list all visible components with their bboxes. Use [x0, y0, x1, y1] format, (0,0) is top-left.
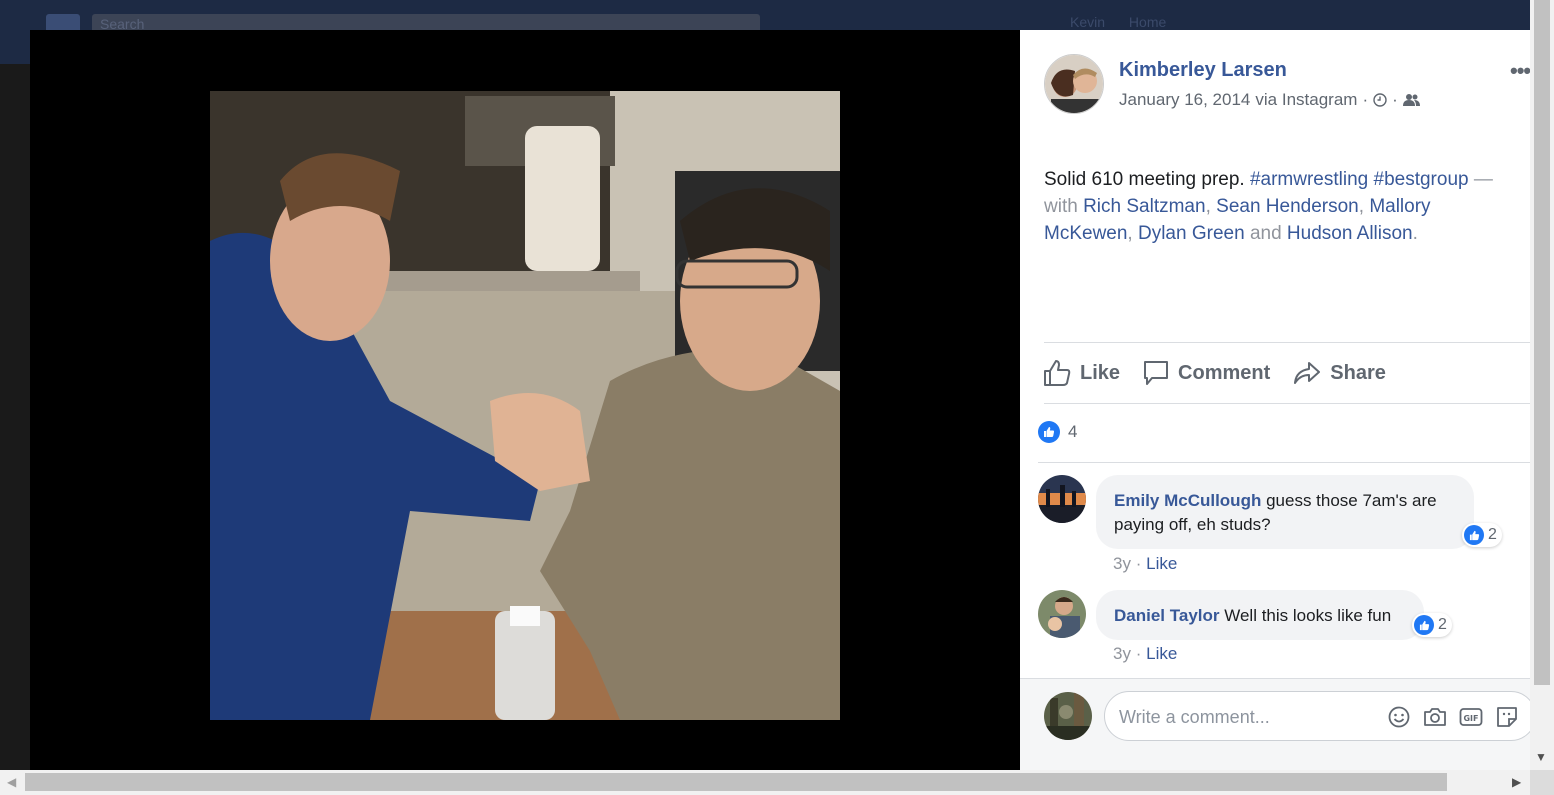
clock-icon	[1373, 93, 1387, 107]
comment-avatar[interactable]	[1038, 590, 1086, 638]
comment-author[interactable]: Emily McCullough	[1114, 491, 1261, 510]
and-word: and	[1249, 223, 1282, 244]
comment-label: Comment	[1178, 361, 1271, 384]
caption-text: Solid 610 meeting prep.	[1044, 169, 1245, 190]
divider	[1044, 403, 1530, 404]
comment-button[interactable]: Comment	[1142, 359, 1270, 387]
like-reaction-icon	[1464, 525, 1484, 545]
comment-reaction-count: 2	[1438, 616, 1447, 633]
commenter-avatar-image	[1038, 475, 1086, 523]
emoji-icon[interactable]	[1387, 705, 1411, 729]
tagged-person-link[interactable]: Hudson Allison	[1287, 223, 1413, 244]
hashtag-link[interactable]: #armwrestling	[1250, 169, 1368, 190]
vertical-scrollbar-thumb[interactable]	[1534, 0, 1550, 685]
photo-theater[interactable]	[30, 30, 1020, 770]
composer-icons: GIF	[1387, 705, 1519, 729]
background-search-placeholder: Search	[100, 16, 145, 30]
comment-reaction-count: 2	[1488, 526, 1497, 543]
like-reaction-icon	[1038, 421, 1060, 443]
background-search-input: Search	[92, 14, 760, 30]
comment-like-link[interactable]: Like	[1146, 554, 1177, 573]
tagged-person-link[interactable]: Dylan Green	[1138, 223, 1245, 244]
scroll-left-arrow-icon[interactable]: ◀	[7, 775, 16, 789]
comment-like-link[interactable]: Like	[1146, 644, 1177, 663]
author-name[interactable]: Kimberley Larsen	[1119, 59, 1287, 82]
divider	[1044, 342, 1530, 343]
scroll-down-arrow-icon[interactable]: ▼	[1535, 750, 1547, 764]
like-reaction-icon	[1414, 615, 1434, 635]
comment-reactions[interactable]: 2	[1462, 523, 1502, 547]
comment-input[interactable]	[1119, 704, 1379, 730]
current-user-avatar-image	[1044, 692, 1092, 740]
like-button[interactable]: Like	[1042, 358, 1120, 388]
comment-avatar[interactable]	[1038, 475, 1086, 523]
post-photo[interactable]	[210, 91, 840, 720]
commenter-avatar-image	[1038, 590, 1086, 638]
scrollbar-corner	[1530, 770, 1554, 795]
current-user-avatar	[1044, 692, 1092, 740]
post-date[interactable]: January 16, 2014	[1119, 90, 1250, 110]
background-home-label: Home	[1128, 14, 1167, 30]
background-nav: Kevin Home	[1018, 14, 1318, 30]
scroll-right-arrow-icon[interactable]: ▶	[1512, 775, 1521, 789]
comment-meta: 3y · Like	[1113, 554, 1178, 573]
divider	[1038, 462, 1530, 463]
comment-bubble: Daniel Taylor Well this looks like fun	[1096, 590, 1424, 640]
like-label: Like	[1080, 361, 1121, 384]
caption-period: .	[1412, 223, 1418, 244]
comment-text: Well this looks like fun	[1224, 606, 1392, 625]
sticker-icon[interactable]	[1495, 705, 1519, 729]
arm-wrestling-photo	[210, 91, 840, 720]
share-button[interactable]: Share	[1292, 359, 1386, 387]
hashtag-link[interactable]: #bestgroup	[1374, 169, 1469, 190]
horizontal-scrollbar-thumb[interactable]	[25, 773, 1447, 791]
more-options-icon[interactable]: •••	[1510, 58, 1530, 84]
post-caption: Solid 610 meeting prep. #armwrestling #b…	[1044, 169, 1493, 244]
meta-separator: ·	[1392, 90, 1398, 109]
comment-bubble: Emily McCullough guess those 7am's are p…	[1096, 475, 1474, 549]
reaction-count: 4	[1068, 422, 1078, 441]
post-source: via Instagram	[1255, 90, 1358, 109]
share-label: Share	[1330, 361, 1386, 384]
post-actions: Like Comment Share	[1042, 356, 1408, 390]
gif-icon[interactable]: GIF	[1459, 705, 1483, 729]
comment-reactions[interactable]: 2	[1412, 613, 1452, 637]
meta-separator: ·	[1362, 90, 1369, 109]
author-avatar[interactable]	[1044, 54, 1104, 114]
post-side-panel: Kimberley Larsen January 16, 2014 via In…	[1020, 30, 1530, 770]
share-arrow-icon	[1294, 362, 1321, 384]
comment-meta: 3y · Like	[1113, 644, 1178, 663]
comment-composer[interactable]: GIF	[1104, 691, 1530, 741]
comment-age[interactable]: 3y	[1113, 644, 1131, 663]
camera-icon[interactable]	[1423, 705, 1447, 729]
post-reactions[interactable]: 4	[1038, 421, 1077, 443]
thumbs-up-icon	[1044, 360, 1071, 386]
comment-author[interactable]: Daniel Taylor	[1114, 606, 1220, 625]
svg-text:GIF: GIF	[1463, 714, 1478, 723]
author-avatar-image	[1045, 55, 1103, 113]
post-meta: January 16, 2014 via Instagram · ·	[1119, 90, 1421, 110]
comment-age[interactable]: 3y	[1113, 554, 1131, 573]
friends-audience-icon[interactable]	[1402, 93, 1421, 107]
tagged-person-link[interactable]: Rich Saltzman	[1083, 196, 1206, 217]
tagged-person-link[interactable]: Sean Henderson	[1216, 196, 1359, 217]
background-user-name: Kevin	[1070, 14, 1106, 30]
comment-icon	[1144, 361, 1169, 385]
